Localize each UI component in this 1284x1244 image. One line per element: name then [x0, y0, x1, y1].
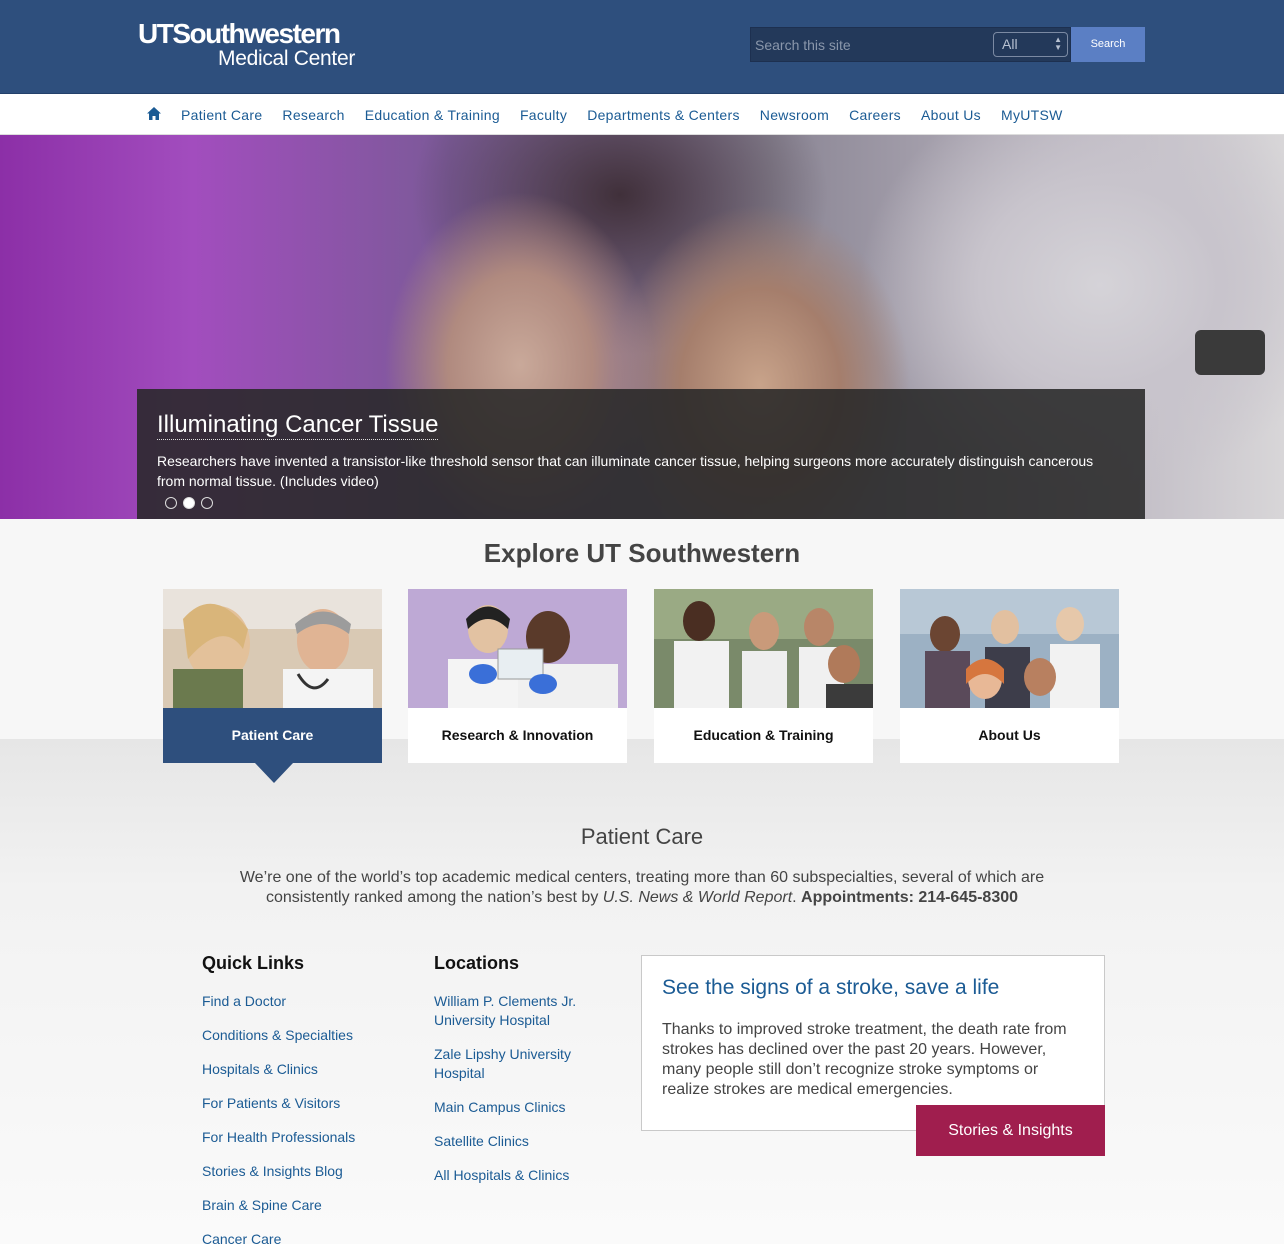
link-all-hospitals-clinics[interactable]: All Hospitals & Clinics	[434, 1166, 599, 1185]
nav-item-newsroom[interactable]: Newsroom	[750, 107, 839, 123]
active-card-pointer	[255, 763, 293, 783]
feature-text: Thanks to improved stroke treatment, the…	[662, 1021, 1067, 1098]
desc-publication: U.S. News & World Report	[602, 889, 793, 906]
hero-title-link[interactable]: Illuminating Cancer Tissue	[157, 411, 439, 440]
locations-heading: Locations	[434, 953, 520, 973]
nav-item-careers[interactable]: Careers	[839, 107, 911, 123]
hero-text: Researchers have invented a transistor-l…	[157, 453, 1094, 489]
hero-caption: Illuminating Cancer Tissue Researchers h…	[137, 389, 1145, 519]
nav-item-education-training[interactable]: Education & Training	[355, 107, 510, 123]
explore-card-patient-care[interactable]: Patient Care	[163, 589, 382, 783]
link-hospitals-clinics[interactable]: Hospitals & Clinics	[202, 1060, 402, 1079]
card-label: About Us	[900, 708, 1119, 763]
main-nav: Patient Care Research Education & Training…	[0, 94, 1284, 135]
nav-item-myutsw[interactable]: MyUTSW	[991, 107, 1073, 123]
carousel-dot[interactable]	[183, 497, 195, 509]
search-button[interactable]: Search	[1071, 27, 1145, 62]
nav-item-patient-care[interactable]: Patient Care	[171, 107, 272, 123]
link-stories-insights-blog[interactable]: Stories & Insights Blog	[202, 1162, 402, 1181]
card-image	[654, 589, 873, 708]
link-for-patients-visitors[interactable]: For Patients & Visitors	[202, 1094, 402, 1113]
link-for-health-professionals[interactable]: For Health Professionals	[202, 1128, 402, 1147]
nav-item-departments-centers[interactable]: Departments & Centers	[577, 107, 750, 123]
search-scope-select[interactable]: All ▲ ▼	[993, 32, 1068, 57]
stories-insights-button[interactable]: Stories & Insights	[916, 1105, 1105, 1156]
link-brain-spine-care[interactable]: Brain & Spine Care	[202, 1196, 402, 1215]
explore-card-education[interactable]: Education & Training	[654, 589, 873, 763]
nav-item-faculty[interactable]: Faculty	[510, 107, 577, 123]
carousel-dots	[165, 497, 213, 509]
nav-items: Patient Care Research Education & Training…	[171, 94, 1073, 135]
quick-links-heading: Quick Links	[202, 953, 305, 973]
select-arrows-icon: ▲ ▼	[1054, 35, 1062, 52]
link-cancer-care[interactable]: Cancer Care	[202, 1230, 402, 1244]
card-image	[900, 589, 1119, 708]
home-icon[interactable]	[147, 107, 161, 120]
appointments-phone: Appointments: 214-645-8300	[801, 889, 1019, 906]
nav-item-research[interactable]: Research	[272, 107, 354, 123]
section-description: We’re one of the world’s top academic me…	[230, 868, 1054, 908]
hero-carousel[interactable]: Illuminating Cancer Tissue Researchers h…	[0, 135, 1284, 519]
hero-image-detail	[1195, 330, 1265, 375]
link-satellite-clinics[interactable]: Satellite Clinics	[434, 1132, 599, 1151]
logo-line2: Medical Center	[218, 47, 356, 70]
card-label: Education & Training	[654, 708, 873, 763]
card-image	[408, 589, 627, 708]
card-label: Patient Care	[163, 708, 382, 763]
link-william-p-clements-jr-university-hospital[interactable]: William P. Clements Jr. University Hospi…	[434, 992, 599, 1030]
card-label: Research & Innovation	[408, 708, 627, 763]
feature-title-link[interactable]: See the signs of a stroke, save a life	[662, 976, 999, 1000]
carousel-dot[interactable]	[201, 497, 213, 509]
section-title: Patient Care	[580, 824, 704, 849]
locations-list: William P. Clements Jr. University Hospi…	[434, 992, 599, 1200]
explore-card-about[interactable]: About Us	[900, 589, 1119, 763]
desc-separator: .	[792, 889, 802, 906]
search-scope-value: All	[1002, 36, 1018, 52]
link-conditions-specialties[interactable]: Conditions & Specialties	[202, 1026, 402, 1045]
quick-links-list: Find a Doctor Conditions & Specialties Hos…	[202, 992, 402, 1244]
nav-item-about-us[interactable]: About Us	[911, 107, 991, 123]
card-image	[163, 589, 382, 708]
search-bar: All ▲▼ Search	[750, 27, 1145, 62]
site-header: UTSouthwestern Medical Center All ▲▼ Sea…	[0, 0, 1284, 94]
link-zale-lipshy-university-hospital[interactable]: Zale Lipshy University Hospital	[434, 1045, 599, 1083]
link-find-a-doctor[interactable]: Find a Doctor	[202, 992, 402, 1011]
logo-line1: UTSouthwestern	[138, 18, 341, 49]
explore-card-research[interactable]: Research & Innovation	[408, 589, 627, 763]
explore-title: Explore UT Southwestern	[483, 538, 801, 568]
carousel-dot[interactable]	[165, 497, 177, 509]
link-main-campus-clinics[interactable]: Main Campus Clinics	[434, 1098, 599, 1117]
site-logo[interactable]: UTSouthwestern Medical Center	[138, 20, 355, 70]
